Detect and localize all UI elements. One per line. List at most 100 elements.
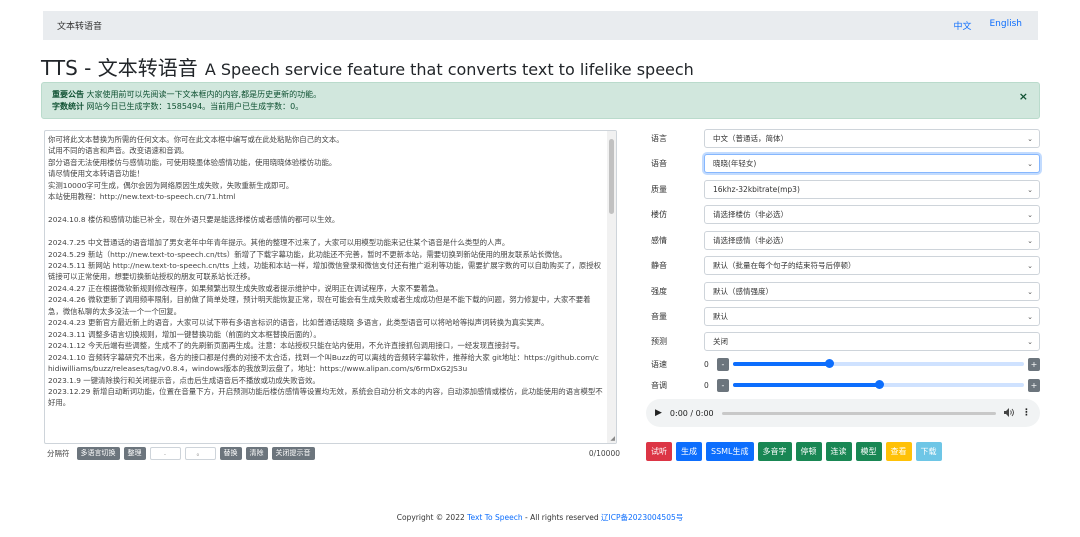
form-label: 质量 <box>651 184 667 194</box>
form-select-value: 默认 <box>713 311 728 321</box>
form-select[interactable]: 中文（普通话，简体） ⌄ <box>704 128 1040 148</box>
form-select[interactable]: 默认（批量在每个句子的结束符号后停顿） ⌄ <box>704 255 1040 275</box>
form-select-value: 中文（普通话，简体） <box>713 133 788 143</box>
form-select[interactable]: 请选择感情（非必选） ⌄ <box>704 230 1040 250</box>
notice-text: 大家使用前可以先阅读一下文本框内的内容,都是历史更新的功能。 <box>86 90 322 99</box>
form-select[interactable]: 16khz-32kbitrate(mp3) ⌄ <box>704 179 1040 199</box>
action-button[interactable]: 生成 <box>676 442 702 461</box>
chevron-down-icon: ⌄ <box>1027 261 1033 270</box>
textarea-scrollbar[interactable] <box>607 131 616 443</box>
stats-label: 字数统计 <box>52 102 84 111</box>
form-row: 语音 晓晓(年轻女) ⌄ <box>646 153 1040 173</box>
form-label: 楼仿 <box>651 209 667 219</box>
tidy-button[interactable]: 整理 <box>123 446 146 460</box>
language-switcher: 中文 English <box>953 19 1022 32</box>
action-button[interactable]: 查看 <box>885 442 912 461</box>
form-label: 语音 <box>651 158 667 168</box>
multilang-switch-button[interactable]: 多语言切换 <box>76 446 120 460</box>
close-icon[interactable]: × <box>1019 91 1028 103</box>
chevron-down-icon: ⌄ <box>1027 312 1033 321</box>
chevron-down-icon: ⌄ <box>1027 210 1033 219</box>
separator-label: 分隔符 <box>47 448 70 458</box>
mute-prompt-button[interactable]: 关闭提示音 <box>271 446 315 460</box>
slider-value: 0 <box>704 380 709 390</box>
form-select-value: 默认（感情强度） <box>713 286 773 296</box>
slider-label: 音调 <box>651 380 667 390</box>
page-title: TTS - 文本转语音 A Speech service feature tha… <box>41 52 694 81</box>
form-select-value: 请选择感情（非必选） <box>713 235 788 245</box>
slider-minus-button[interactable]: - <box>717 357 729 371</box>
navbar: 文本转语音 中文 English <box>43 11 1038 40</box>
stats-text: 网站今日已生成字数：1585494。当前用户已生成字数：0。 <box>86 102 304 111</box>
form-row: 静音 默认（批量在每个句子的结束符号后停顿） ⌄ <box>646 255 1040 275</box>
text-input-panel: 你可将此文本替换为所需的任何文本。你可在此文本框中编写或在此处粘贴你自己的文本。… <box>41 128 620 460</box>
form-row: 预测 关闭 ⌄ <box>646 331 1040 351</box>
chevron-down-icon: ⌄ <box>1027 236 1033 245</box>
slider-track[interactable] <box>733 380 1024 389</box>
volume-icon[interactable] <box>1004 407 1014 419</box>
volume-icon-svg <box>1004 407 1014 417</box>
footer-site-link[interactable]: Text To Speech <box>467 513 522 522</box>
action-buttons: 试听 生成 SSML生成 多音字 停顿 连读 模型 查看 下载 <box>646 442 942 461</box>
slider-thumb[interactable] <box>874 380 884 389</box>
slider-label: 语速 <box>651 359 667 369</box>
form-select-value: 默认（批量在每个句子的结束符号后停顿） <box>713 260 856 270</box>
clear-button[interactable]: 清除 <box>245 446 268 460</box>
chevron-down-icon: ⌄ <box>1027 287 1033 296</box>
nav-brand[interactable]: 文本转语音 <box>57 19 102 32</box>
action-button[interactable]: 连读 <box>825 442 852 461</box>
form-select-value: 晓晓(年轻女) <box>713 158 757 168</box>
scrollbar-thumb[interactable] <box>609 139 614 214</box>
audio-time: 0:00 / 0:00 <box>669 408 714 418</box>
form-select-value: 请选择楼仿（非必选） <box>713 209 788 219</box>
separator-input-to[interactable]: 。 <box>184 446 216 460</box>
form-select[interactable]: 晓晓(年轻女) ⌄ <box>704 153 1040 173</box>
form-label: 感情 <box>651 235 667 245</box>
action-button[interactable]: 试听 <box>646 442 672 461</box>
form-row: 语言 中文（普通话，简体） ⌄ <box>646 128 1040 148</box>
notice-alert: 重要公告 大家使用前可以先阅读一下文本框内的内容,都是历史更新的功能。 字数统计… <box>41 82 1040 119</box>
slider-plus-button[interactable]: + <box>1028 357 1040 371</box>
slider-plus-button[interactable]: + <box>1028 378 1040 392</box>
footer-icp-link[interactable]: 辽ICP备2023004505号 <box>601 513 683 522</box>
action-button[interactable]: 模型 <box>855 442 882 461</box>
form-select[interactable]: 请选择楼仿（非必选） ⌄ <box>704 204 1040 224</box>
replace-button[interactable]: 替换 <box>219 446 242 460</box>
form-row: 楼仿 请选择楼仿（非必选） ⌄ <box>646 204 1040 224</box>
action-button[interactable]: SSML生成 <box>706 442 754 461</box>
chevron-down-icon: ⌄ <box>1027 134 1033 143</box>
form-select[interactable]: 默认（感情强度） ⌄ <box>704 281 1040 301</box>
form-label: 预测 <box>651 336 667 346</box>
slider-fill <box>733 383 879 387</box>
form-row: 音量 默认 ⌄ <box>646 306 1040 326</box>
form-select-value: 关闭 <box>713 336 728 346</box>
footer-copyright: Copyright © 2022 <box>396 513 465 522</box>
more-options-icon[interactable]: ⋮ <box>1022 408 1031 418</box>
action-button[interactable]: 多音字 <box>757 442 792 461</box>
play-icon[interactable]: ▶ <box>655 408 662 418</box>
slider-thumb[interactable] <box>825 359 835 368</box>
audio-progress-track[interactable] <box>721 411 996 415</box>
action-button[interactable]: 停顿 <box>795 442 822 461</box>
chevron-down-icon: ⌄ <box>1027 337 1033 346</box>
separator-input-from[interactable]: . <box>149 446 181 460</box>
resize-grip-icon[interactable]: ◢ <box>610 435 615 442</box>
form-select[interactable]: 默认 ⌄ <box>704 306 1040 326</box>
slider-row: 语速 0- + <box>646 356 1040 372</box>
nav-link-english[interactable]: English <box>990 19 1023 32</box>
notice-label: 重要公告 <box>52 90 84 99</box>
text-input-area[interactable]: 你可将此文本替换为所需的任何文本。你可在此文本框中编写或在此处粘贴你自己的文本。… <box>44 130 617 444</box>
nav-link-chinese[interactable]: 中文 <box>953 19 971 32</box>
text-toolbar: 分隔符 多语言切换 整理 . 。 替换 清除 关闭提示音 0/10000 <box>44 446 620 460</box>
slider-row: 音调 0- + <box>646 377 1040 393</box>
form-row: 强度 默认（感情强度） ⌄ <box>646 281 1040 301</box>
notice-line: 重要公告 大家使用前可以先阅读一下文本框内的内容,都是历史更新的功能。 <box>52 89 1029 101</box>
text-input-content[interactable]: 你可将此文本替换为所需的任何文本。你可在此文本框中编写或在此处粘贴你自己的文本。… <box>48 134 603 409</box>
form-row: 质量 16khz-32kbitrate(mp3) ⌄ <box>646 179 1040 199</box>
char-count: 0/10000 <box>588 448 620 458</box>
slider-minus-button[interactable]: - <box>717 378 729 392</box>
slider-track[interactable] <box>733 359 1024 368</box>
slider-fill <box>733 362 830 366</box>
action-button[interactable]: 下载 <box>915 442 942 461</box>
form-select[interactable]: 关闭 ⌄ <box>704 331 1040 351</box>
